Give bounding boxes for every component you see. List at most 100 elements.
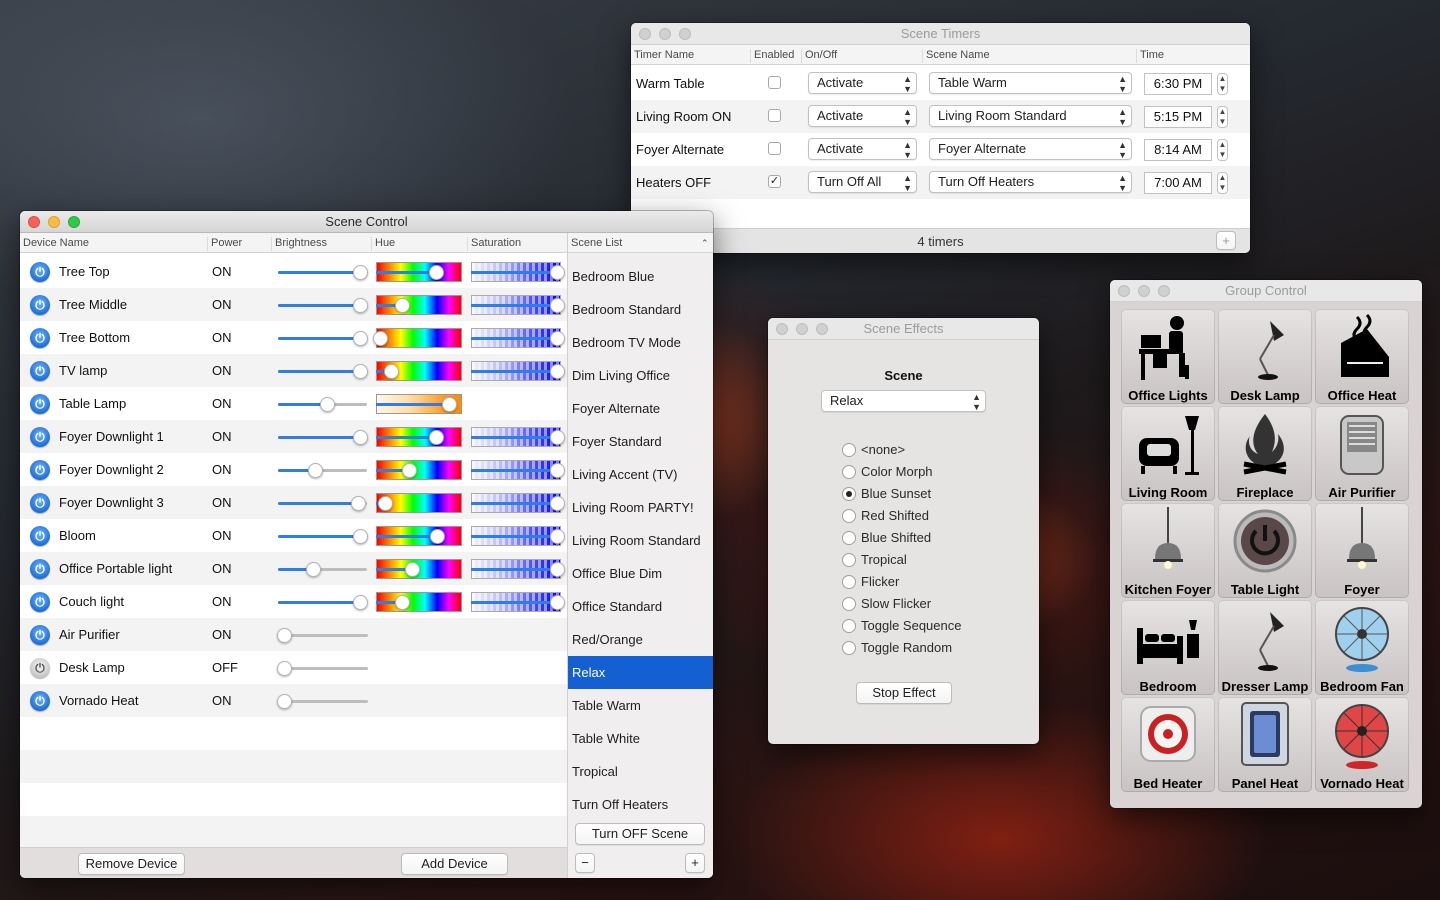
effect-label[interactable]: Red Shifted [861,508,929,523]
slider-knob[interactable] [353,364,368,379]
group-tile[interactable]: Fireplace [1218,406,1312,501]
effect-radio[interactable] [842,597,856,611]
effect-radio[interactable] [842,509,856,523]
hue-knob[interactable] [402,463,417,478]
close-button[interactable] [28,216,40,228]
slider-knob[interactable] [353,430,368,445]
on-off-select[interactable]: Activate ▲ ▼ [808,72,917,94]
slider-knob[interactable] [353,529,368,544]
add-device-button[interactable]: Add Device [401,853,508,875]
scene-list-item[interactable]: Foyer Standard [568,425,713,458]
saturation-knob[interactable] [550,595,565,610]
zoom-button[interactable] [816,323,828,335]
scene-name-select[interactable]: Foyer Alternate ▲ ▼ [929,138,1132,160]
col-on-off[interactable]: On/Off [801,49,837,63]
scene-list-item[interactable]: Tropical [568,755,713,788]
scene-timers-titlebar[interactable]: Scene Timers [631,23,1250,45]
scene-name-select[interactable]: Turn Off Heaters ▲ ▼ [929,171,1132,193]
power-icon[interactable]: ⏻ [30,493,50,513]
effect-label[interactable]: Toggle Random [861,640,952,655]
saturation-knob[interactable] [550,331,565,346]
effect-radio[interactable] [842,531,856,545]
device-name[interactable]: Foyer Downlight 3 [59,495,164,510]
power-icon[interactable]: ⏻ [30,559,50,579]
slider-knob[interactable] [353,265,368,280]
device-name[interactable]: Couch light [59,594,124,609]
add-timer-button[interactable]: + [1216,231,1236,250]
timer-name[interactable]: Warm Table [636,76,705,91]
enabled-checkbox[interactable] [768,76,781,89]
scene-list-item[interactable]: Foyer Alternate [568,392,713,425]
col-brightness[interactable]: Brightness [271,237,327,251]
brightness-slider[interactable] [278,529,368,544]
power-icon[interactable]: ⏻ [30,361,50,381]
time-field[interactable]: 5:15 PM [1144,106,1212,128]
device-name[interactable]: Table Lamp [59,396,126,411]
scene-list-item[interactable]: Dim Living Office [568,359,713,392]
time-field[interactable]: 6:30 PM [1144,73,1212,95]
group-tile[interactable]: Desk Lamp [1218,309,1312,404]
group-tile[interactable]: Bedroom Fan [1315,600,1409,695]
hue-knob[interactable] [395,595,410,610]
enabled-checkbox[interactable] [768,109,781,122]
time-field[interactable]: 7:00 AM [1144,172,1212,194]
turn-off-scene-button[interactable]: Turn OFF Scene [575,823,705,845]
scene-list-item[interactable]: Living Accent (TV) [568,458,713,491]
brightness-slider[interactable] [278,496,367,511]
effect-label[interactable]: Flicker [861,574,899,589]
slider-knob[interactable] [277,661,292,676]
effect-label[interactable]: Toggle Sequence [861,618,961,633]
brightness-slider[interactable] [277,694,368,709]
col-scene-list[interactable]: Scene List [568,237,622,251]
scene-list-item[interactable]: Bedroom Standard [568,293,713,326]
close-button[interactable] [639,28,651,40]
device-name[interactable]: Tree Top [59,264,110,279]
scene-list-item[interactable]: Living Room Standard [568,524,713,557]
col-enabled[interactable]: Enabled [750,49,794,63]
group-tile[interactable]: Bed Heater [1121,697,1215,792]
device-name[interactable]: Tree Middle [59,297,127,312]
device-name[interactable]: Office Portable light [59,561,172,576]
add-scene-button[interactable]: + [685,853,705,873]
group-tile[interactable]: Air Purifier [1315,406,1409,501]
scene-name-select[interactable]: Table Warm ▲ ▼ [929,72,1132,94]
group-control-titlebar[interactable]: Group Control [1110,280,1422,302]
hue-knob[interactable] [373,331,388,346]
power-icon[interactable]: ⏻ [30,427,50,447]
time-stepper[interactable]: ▲ ▼ [1217,73,1228,95]
hue-knob[interactable] [405,562,420,577]
power-icon[interactable]: ⏻ [30,625,50,645]
brightness-slider[interactable] [278,595,368,610]
brightness-slider[interactable] [278,364,368,379]
device-name[interactable]: TV lamp [59,363,107,378]
group-tile[interactable]: Bedroom [1121,600,1215,695]
scene-list-header[interactable]: Scene List ⌃ [568,233,713,253]
effect-radio[interactable] [842,641,856,655]
power-icon[interactable]: ⏻ [30,328,50,348]
group-tile[interactable]: Office Lights [1121,309,1215,404]
power-icon[interactable]: ⏻ [30,394,50,414]
col-device-name[interactable]: Device Name [20,237,89,251]
slider-knob[interactable] [308,463,323,478]
slider-knob[interactable] [353,331,368,346]
group-tile[interactable]: Foyer [1315,503,1409,598]
time-stepper[interactable]: ▲ ▼ [1217,139,1228,161]
scene-list-item[interactable]: Living Room PARTY! [568,491,713,524]
saturation-knob[interactable] [550,430,565,445]
col-power[interactable]: Power [207,237,242,251]
device-name[interactable]: Foyer Downlight 1 [59,429,164,444]
scene-list-item[interactable]: Office Standard [568,590,713,623]
slider-knob[interactable] [351,496,366,511]
group-tile[interactable]: Table Light [1218,503,1312,598]
scene-list-item[interactable]: Relax [568,656,713,689]
hue-knob[interactable] [442,397,457,412]
on-off-select[interactable]: Activate ▲ ▼ [808,105,917,127]
brightness-slider[interactable] [277,661,368,676]
effect-label[interactable]: <none> [861,442,905,457]
time-field[interactable]: 8:14 AM [1144,139,1212,161]
group-tile[interactable]: Dresser Lamp [1218,600,1312,695]
stop-effect-button[interactable]: Stop Effect [856,682,952,704]
scene-list-item[interactable]: Bedroom Blue [568,260,713,293]
slider-knob[interactable] [353,298,368,313]
effect-label[interactable]: Tropical [861,552,907,567]
